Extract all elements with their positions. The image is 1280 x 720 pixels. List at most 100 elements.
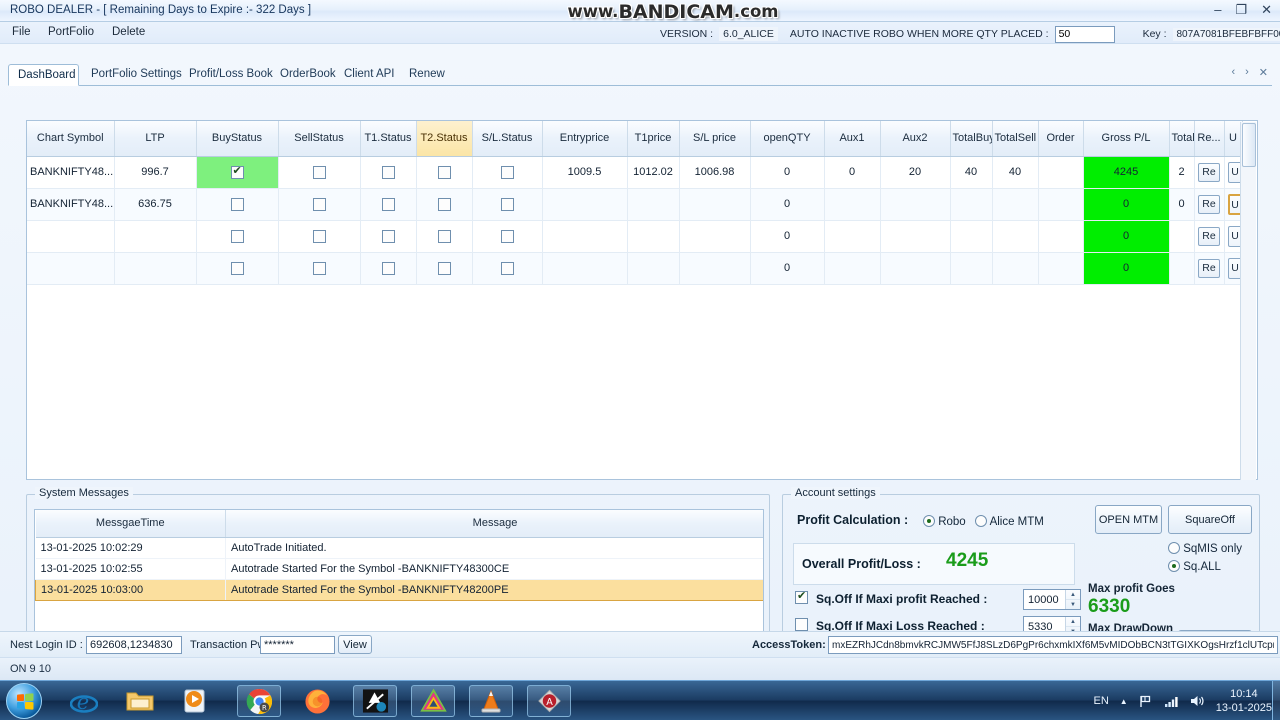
- taskbar-clock[interactable]: 10:14 13-01-2025: [1216, 687, 1272, 715]
- menu-item-file[interactable]: File: [12, 26, 31, 38]
- taskbar-autocad[interactable]: [411, 685, 455, 717]
- cell-slstatus-icon[interactable]: [500, 229, 514, 243]
- col-slstatus[interactable]: S/L.Status: [472, 121, 543, 157]
- cell-buystatus-icon[interactable]: [230, 197, 244, 211]
- tab-client-api[interactable]: Client API: [335, 64, 404, 86]
- col-sellstatus[interactable]: SellStatus: [278, 121, 361, 157]
- col-aux2[interactable]: Aux2: [880, 121, 951, 157]
- sq-off-loss-checkbox-icon[interactable]: [795, 618, 808, 631]
- col-totalsell[interactable]: TotalSell: [992, 121, 1039, 157]
- cell-sellstatus[interactable]: [278, 252, 361, 285]
- cell-sellstatus-icon[interactable]: [312, 197, 326, 211]
- open-mtm-button[interactable]: OPEN MTM: [1095, 505, 1162, 534]
- cell-sellstatus[interactable]: [278, 156, 361, 189]
- cell-buystatus[interactable]: [196, 188, 279, 221]
- table-row[interactable]: BANKNIFTY48...996.71009.51012.021006.980…: [27, 156, 1243, 189]
- col-sl-price[interactable]: S/L price: [679, 121, 751, 157]
- menu-item-portfolio[interactable]: PortFolio: [48, 26, 94, 38]
- re-button[interactable]: Re: [1198, 258, 1220, 278]
- col-aux1[interactable]: Aux1: [824, 121, 881, 157]
- access-token-input[interactable]: [828, 636, 1278, 654]
- table-row[interactable]: 0 0 Re U: [27, 252, 1243, 285]
- col-gross-pl[interactable]: Gross P/L: [1083, 121, 1170, 157]
- col-order[interactable]: Order: [1038, 121, 1084, 157]
- cell-sellstatus[interactable]: [278, 188, 361, 221]
- cell-t1status[interactable]: [360, 220, 417, 253]
- cell-buystatus-icon[interactable]: [230, 164, 244, 179]
- spin-up-icon[interactable]: ▲: [1066, 617, 1080, 627]
- radio-alice-mtm[interactable]: Alice MTM: [975, 515, 1044, 528]
- tab-renew[interactable]: Renew: [400, 64, 454, 86]
- col-ltp[interactable]: LTP: [114, 121, 197, 157]
- col-openqty[interactable]: openQTY: [750, 121, 825, 157]
- cell-sellstatus[interactable]: [278, 220, 361, 253]
- tab-close-icon[interactable]: ✕: [1259, 66, 1268, 79]
- tray-language[interactable]: EN: [1094, 695, 1109, 707]
- taskbar-media-player[interactable]: [174, 685, 218, 717]
- cell-t1status-icon[interactable]: [381, 229, 395, 243]
- col-buystatus[interactable]: BuyStatus: [196, 121, 279, 157]
- col-t2status[interactable]: T2.Status: [416, 121, 473, 157]
- cell-t1status[interactable]: [360, 188, 417, 221]
- cell-buystatus[interactable]: [196, 252, 279, 285]
- re-button[interactable]: Re: [1198, 162, 1220, 182]
- cell-buystatus-icon[interactable]: [230, 229, 244, 243]
- cell-slstatus[interactable]: [472, 220, 543, 253]
- cell-re[interactable]: Re: [1194, 156, 1225, 189]
- table-row[interactable]: 0 0 Re U: [27, 220, 1243, 253]
- cell-t1status-icon[interactable]: [381, 261, 395, 275]
- squareoff-button[interactable]: SquareOff: [1168, 505, 1252, 534]
- col-chart-symbol[interactable]: Chart Symbol: [27, 121, 115, 157]
- tab-profit-loss-book[interactable]: Profit/Loss Book: [180, 64, 282, 86]
- cell-re[interactable]: Re: [1194, 220, 1225, 253]
- re-button[interactable]: Re: [1198, 194, 1220, 214]
- sq-off-profit-spin-arrows[interactable]: ▲ ▼: [1065, 590, 1080, 609]
- view-button[interactable]: View: [338, 635, 372, 654]
- tab-prev-icon[interactable]: ‹: [1231, 66, 1235, 79]
- taskbar-mozilla-firefox[interactable]: [295, 685, 339, 717]
- col-message[interactable]: Message: [225, 510, 763, 538]
- transaction-pwd-input[interactable]: [260, 636, 335, 654]
- cell-re[interactable]: Re: [1194, 188, 1225, 221]
- cell-slstatus[interactable]: [472, 252, 543, 285]
- cell-re[interactable]: Re: [1194, 252, 1225, 285]
- cell-t2status-icon[interactable]: [437, 229, 451, 243]
- cell-t2status-icon[interactable]: [437, 165, 451, 179]
- signal-bars-icon[interactable]: [1164, 694, 1179, 708]
- taskbar-nest-trader[interactable]: [353, 685, 397, 717]
- radio-robo[interactable]: Robo: [923, 515, 966, 528]
- col-t1price[interactable]: T1price: [627, 121, 680, 157]
- taskbar-google-chrome[interactable]: R: [237, 685, 281, 717]
- cell-sellstatus-icon[interactable]: [312, 165, 326, 179]
- cell-t2status-icon[interactable]: [437, 197, 451, 211]
- col-t1status[interactable]: T1.Status: [360, 121, 417, 157]
- cell-buystatus[interactable]: [196, 156, 279, 189]
- auto-inactive-qty-input[interactable]: [1054, 25, 1115, 43]
- taskbar-vlc-media-player[interactable]: [469, 685, 513, 717]
- cell-t2status[interactable]: [416, 252, 473, 285]
- list-item[interactable]: 13-01-2025 10:02:29 AutoTrade Initiated.: [35, 537, 763, 559]
- grid-scroll-thumb[interactable]: [1242, 123, 1256, 167]
- sq-off-profit-checkbox-icon[interactable]: [795, 589, 808, 604]
- cell-slstatus-icon[interactable]: [500, 165, 514, 179]
- radio-robo-icon[interactable]: [923, 515, 935, 527]
- network-flag-icon[interactable]: [1139, 694, 1153, 708]
- minimize-icon[interactable]: –: [1214, 2, 1221, 18]
- sq-off-profit-value[interactable]: 10000: [1024, 594, 1065, 606]
- col-re[interactable]: Re...: [1194, 121, 1225, 157]
- sq-off-loss-checkbox[interactable]: [795, 618, 808, 631]
- re-button[interactable]: Re: [1198, 226, 1220, 246]
- cell-t1status[interactable]: [360, 252, 417, 285]
- grid-vertical-scrollbar[interactable]: [1240, 122, 1256, 480]
- cell-buystatus-icon[interactable]: [230, 261, 244, 275]
- start-button[interactable]: [6, 683, 42, 719]
- cell-t2status[interactable]: [416, 156, 473, 189]
- close-icon[interactable]: ✕: [1261, 2, 1272, 18]
- radio-sq-all-icon[interactable]: [1168, 560, 1180, 572]
- cell-buystatus[interactable]: [196, 220, 279, 253]
- radio-sqmis-only-icon[interactable]: [1168, 542, 1180, 554]
- cell-sellstatus-icon[interactable]: [312, 261, 326, 275]
- volume-icon[interactable]: [1190, 694, 1205, 708]
- cell-t2status-icon[interactable]: [437, 261, 451, 275]
- radio-sqmis-only[interactable]: SqMIS only: [1168, 542, 1242, 555]
